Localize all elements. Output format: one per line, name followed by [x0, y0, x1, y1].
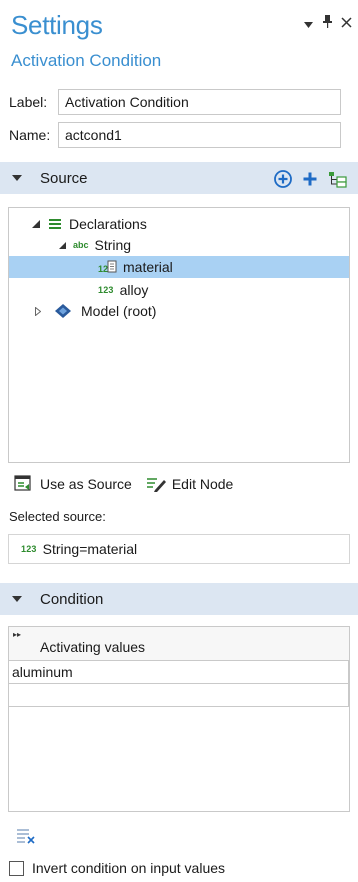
tree-item-alloy[interactable]: 123 alloy: [98, 279, 148, 301]
tree-item-declarations[interactable]: Declarations: [31, 213, 147, 235]
settings-title: Settings: [11, 10, 103, 40]
expand-arrow-icon[interactable]: [57, 241, 67, 249]
source-toolbar: [274, 169, 348, 192]
tree-node-icon[interactable]: [328, 169, 348, 192]
source-section-title: Source: [40, 169, 88, 187]
edit-node-button[interactable]: Edit Node: [146, 476, 233, 492]
activating-values-table[interactable]: ▸▸ Activating values aluminum: [8, 626, 350, 812]
use-as-source-label: Use as Source: [40, 476, 132, 492]
use-as-source-button[interactable]: Use as Source: [14, 475, 132, 493]
use-as-source-icon: [14, 475, 34, 493]
tree-item-material[interactable]: 12 material: [9, 256, 349, 278]
tree-label: alloy: [119, 282, 149, 298]
model-icon: [53, 304, 73, 318]
condition-section-header[interactable]: Condition: [0, 583, 358, 615]
declarations-icon: [49, 219, 61, 229]
svg-text:12: 12: [98, 264, 108, 274]
source-section-header[interactable]: Source: [0, 162, 358, 194]
tree-label: Model (root): [81, 303, 157, 319]
source-actions: Use as Source Edit Node: [14, 475, 243, 493]
name-input[interactable]: [58, 122, 341, 148]
table-cell[interactable]: aluminum: [12, 664, 73, 680]
tree-item-model-root[interactable]: Model (root): [33, 300, 156, 322]
column-header-activating-values: Activating values: [40, 639, 146, 655]
expand-arrow-icon[interactable]: [31, 220, 41, 228]
pin-icon[interactable]: [321, 15, 333, 31]
dropdown-arrow-icon[interactable]: [302, 16, 314, 31]
add-circle-icon[interactable]: [274, 170, 292, 191]
edit-node-icon: [146, 476, 166, 492]
table-row[interactable]: [9, 684, 349, 707]
collapsed-arrow-icon[interactable]: [33, 306, 43, 316]
selected-source-label: Selected source:: [9, 509, 106, 524]
node-subtitle: Activation Condition: [11, 51, 162, 70]
collapse-caret-icon[interactable]: [12, 175, 22, 181]
number-type-icon: 123: [21, 544, 37, 554]
string-type-icon: abc: [73, 240, 89, 250]
window-controls: [302, 15, 352, 31]
invert-condition-checkbox[interactable]: [9, 860, 24, 876]
column-sort-icon[interactable]: ▸▸: [13, 630, 21, 639]
condition-section-title: Condition: [40, 590, 104, 608]
add-plus-icon[interactable]: [302, 171, 318, 190]
tree-label: String: [94, 237, 132, 253]
collapse-caret-icon[interactable]: [12, 596, 22, 602]
label-input[interactable]: [58, 89, 341, 115]
number-type-icon: 123: [98, 285, 114, 295]
tree-label: material: [123, 259, 173, 275]
table-row[interactable]: aluminum: [9, 661, 349, 684]
tree-label: Declarations: [69, 216, 147, 232]
clear-table-icon[interactable]: [16, 828, 36, 847]
selected-source-field: 123 String=material: [8, 534, 350, 564]
close-icon[interactable]: [340, 16, 352, 31]
invert-condition-row[interactable]: Invert condition on input values: [9, 860, 225, 876]
variable-doc-icon: 12: [98, 260, 118, 274]
selected-source-value: String=material: [42, 541, 138, 557]
invert-condition-label: Invert condition on input values: [32, 860, 226, 876]
table-header: ▸▸ Activating values: [9, 627, 349, 661]
edit-node-label: Edit Node: [171, 476, 234, 492]
tree-item-string[interactable]: abc String: [57, 234, 131, 256]
source-tree[interactable]: Declarations abc String 12 material 123 …: [8, 207, 350, 463]
